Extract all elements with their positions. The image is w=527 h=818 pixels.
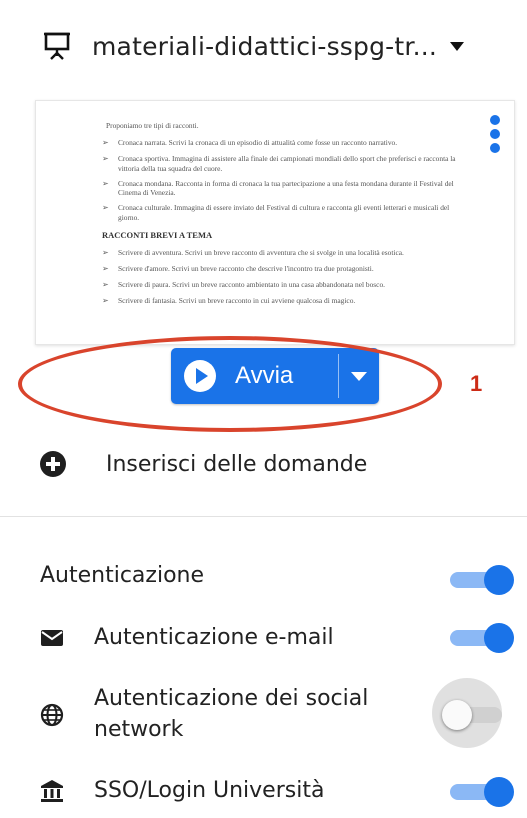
plus-circle-icon bbox=[40, 451, 66, 477]
start-button-label: Avvia bbox=[235, 362, 294, 389]
auth-option-sso: SSO/Login Università bbox=[40, 771, 520, 811]
list-item: ➢ Cronaca mondana. Racconta in forma di c… bbox=[102, 178, 454, 197]
list-item: ➢ Scrivere di paura. Scrivi un breve racc… bbox=[102, 280, 385, 290]
section-divider bbox=[0, 516, 527, 517]
presentation-title: materiali-didattici-sspg-tr... bbox=[92, 31, 438, 61]
authentication-heading: Autenticazione bbox=[40, 563, 205, 588]
auth-option-label: SSO/Login Università bbox=[94, 777, 325, 803]
list-item: ➢ Scrivere di avventura. Scrivi un breve … bbox=[102, 248, 404, 258]
sso-auth-toggle[interactable] bbox=[450, 777, 514, 807]
presentation-preview[interactable]: Proponiamo tre tipi di racconti. ➢ Cronac… bbox=[35, 100, 515, 345]
insert-questions-label: Inserisci delle domande bbox=[106, 451, 368, 477]
auth-option-label: Autenticazione dei social network bbox=[94, 686, 369, 742]
preview-heading: RACCONTI BREVI A TEMA bbox=[102, 229, 213, 240]
envelope-icon bbox=[41, 630, 63, 646]
start-options-dropdown[interactable] bbox=[339, 348, 379, 404]
list-item: ➢ Cronaca culturale. Immagina di essere i… bbox=[102, 203, 450, 222]
email-auth-toggle[interactable] bbox=[450, 623, 514, 653]
start-button[interactable]: Avvia bbox=[171, 348, 338, 404]
presentation-selector[interactable]: materiali-didattici-sspg-tr... bbox=[44, 26, 514, 66]
authentication-toggle[interactable] bbox=[450, 565, 514, 595]
social-auth-toggle[interactable] bbox=[432, 678, 506, 748]
caret-down-icon bbox=[351, 372, 367, 381]
preview-intro: Proponiamo tre tipi di racconti. bbox=[106, 121, 199, 130]
annotation-number: 1 bbox=[470, 371, 483, 396]
document-preview: Proponiamo tre tipi di racconti. ➢ Cronac… bbox=[102, 121, 462, 312]
start-split-button: Avvia bbox=[171, 348, 379, 404]
university-icon bbox=[41, 780, 63, 802]
insert-questions-button[interactable]: Inserisci delle domande bbox=[40, 444, 367, 484]
play-icon bbox=[184, 360, 216, 392]
caret-down-icon bbox=[450, 42, 465, 51]
list-item: ➢ Scrivere d'amore. Scrivi un breve racco… bbox=[102, 264, 374, 274]
list-item: ➢ Scrivere di fantasia. Scrivi un breve r… bbox=[102, 296, 356, 306]
auth-option-label: Autenticazione e-mail bbox=[94, 624, 334, 650]
list-item: ➢ Cronaca narrata. Scrivi la cronaca di u… bbox=[102, 138, 398, 148]
list-item: ➢ Cronaca sportiva. Immagina di assistere… bbox=[102, 154, 456, 173]
auth-option-email: Autenticazione e-mail bbox=[40, 618, 520, 658]
kebab-menu-icon[interactable] bbox=[476, 101, 514, 167]
globe-icon bbox=[40, 703, 64, 727]
presentation-icon bbox=[44, 32, 70, 60]
